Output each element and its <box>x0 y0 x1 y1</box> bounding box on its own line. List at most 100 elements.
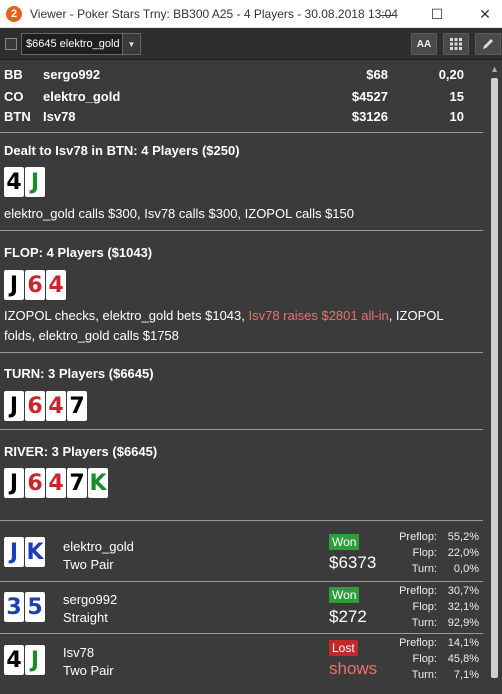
playing-card: 6 <box>25 468 45 498</box>
equity-label: Turn: <box>411 563 437 575</box>
equity-value: 55,2% <box>447 531 479 543</box>
equity-label: Preflop: <box>399 637 437 649</box>
status-badge: Lost <box>329 640 358 656</box>
equity-label: Turn: <box>411 617 437 629</box>
flop-title: FLOP: 4 Players ($1043) <box>4 245 153 260</box>
equity-value: 92,9% <box>447 617 479 629</box>
divider <box>0 633 483 634</box>
equity-value: 7,1% <box>453 669 479 681</box>
seat-position: BB <box>4 67 23 82</box>
hand-select-dropdown[interactable]: $6645 elektro_gold ▼ <box>21 33 141 55</box>
seat-row: BTN Isv78 $3126 10 <box>4 109 474 127</box>
divider <box>0 132 483 133</box>
playing-card: J <box>4 468 24 498</box>
select-checkbox[interactable] <box>5 38 17 50</box>
status-badge: Won <box>329 587 360 603</box>
playing-card: 6 <box>25 391 45 421</box>
equity-label: Flop: <box>412 653 437 665</box>
flop-cards: J 6 4 <box>4 270 66 300</box>
result-player-name: Isv78 <box>63 645 95 660</box>
chevron-down-icon[interactable]: ▼ <box>122 34 140 54</box>
app-logo-icon: 2 <box>6 5 22 22</box>
playing-card: 4 <box>46 391 66 421</box>
preflop-title: Dealt to Isv78 in BTN: 4 Players ($250) <box>4 143 240 158</box>
result-hand-rank: Two Pair <box>63 557 114 572</box>
playing-card: 6 <box>25 270 45 300</box>
seat-row: BB sergo992 $68 0,20 <box>4 67 474 85</box>
divider <box>0 520 483 521</box>
result-shows: shows <box>329 659 378 678</box>
divider <box>0 352 483 353</box>
result-amount: $272 <box>329 607 367 626</box>
window-title: Viewer - Poker Stars Trny: BB300 A25 - 4… <box>30 6 398 21</box>
edit-button[interactable] <box>475 33 501 55</box>
hand-select-value: $6645 elektro_gold <box>26 38 120 50</box>
divider <box>0 581 483 582</box>
hand-history-panel: BB sergo992 $68 0,20 CO elektro_gold $45… <box>0 61 487 694</box>
playing-card: J <box>4 270 24 300</box>
scroll-up-icon[interactable]: ▲ <box>490 64 499 74</box>
playing-card: 3 <box>4 592 24 622</box>
equity-value: 22,0% <box>447 547 479 559</box>
pen-icon <box>483 39 493 49</box>
playing-card: J <box>4 537 24 567</box>
equity-value: 32,1% <box>447 601 479 613</box>
equity-value: 30,7% <box>447 585 479 597</box>
seat-big-blinds: 0,20 <box>438 67 464 82</box>
font-size-button[interactable]: AA <box>411 33 437 55</box>
turn-cards: J 6 4 7 <box>4 391 87 421</box>
toolbar: $6645 elektro_gold ▼ AA <box>0 28 502 60</box>
equity-label: Preflop: <box>399 531 437 543</box>
seat-player-name: Isv78 <box>43 109 76 124</box>
equity-label: Flop: <box>412 547 437 559</box>
equity-value: 0,0% <box>453 563 479 575</box>
result-player-name: sergo992 <box>63 592 118 607</box>
playing-card: K <box>25 537 45 567</box>
seat-big-blinds: 10 <box>449 109 464 124</box>
seat-stack: $4527 <box>351 89 388 104</box>
result-player-name: elektro_gold <box>63 539 134 554</box>
scroll-thumb[interactable] <box>491 78 498 678</box>
seat-position: CO <box>4 89 24 104</box>
seat-player-name: elektro_gold <box>43 89 121 104</box>
close-button[interactable]: ✕ <box>462 0 502 28</box>
playing-card: J <box>25 645 45 675</box>
grid-button[interactable] <box>443 33 469 55</box>
playing-card: J <box>25 167 45 197</box>
seat-row: CO elektro_gold $4527 15 <box>4 89 474 107</box>
result-amount: $6373 <box>329 553 377 572</box>
maximize-button[interactable]: ☐ <box>414 0 460 28</box>
flop-actions-text: IZOPOL checks, elektro_gold bets $1043, <box>4 308 249 323</box>
equity-value: 45,8% <box>447 653 479 665</box>
playing-card: 4 <box>4 645 24 675</box>
result-hand-rank: Two Pair <box>63 663 114 678</box>
river-title: RIVER: 3 Players ($6645) <box>4 444 158 459</box>
seat-stack: $3126 <box>351 109 388 124</box>
seat-player-name: sergo992 <box>43 67 101 82</box>
seat-position: BTN <box>4 109 31 124</box>
playing-card: 4 <box>46 468 66 498</box>
raise-action-text: Isv78 raises $2801 all-in <box>248 308 389 323</box>
result-cards: J K <box>4 537 45 567</box>
equity-value: 14,1% <box>447 637 479 649</box>
status-badge: Won <box>329 534 360 550</box>
equity-label: Preflop: <box>399 585 437 597</box>
equity-label: Flop: <box>412 601 437 613</box>
playing-card: J <box>4 391 24 421</box>
minimize-button[interactable]: — <box>364 0 410 28</box>
playing-card: 5 <box>25 592 45 622</box>
result-hand-rank: Straight <box>63 610 108 625</box>
result-cards: 4 J <box>4 645 45 675</box>
river-cards: J 6 4 7 K <box>4 468 108 498</box>
turn-title: TURN: 3 Players ($6645) <box>4 366 154 381</box>
playing-card: 4 <box>46 270 66 300</box>
grid-icon <box>450 38 462 50</box>
divider <box>0 230 483 231</box>
playing-card: 7 <box>67 391 87 421</box>
flop-actions: IZOPOL checks, elektro_gold bets $1043, … <box>4 306 474 346</box>
playing-card: K <box>88 468 108 498</box>
seat-stack: $68 <box>366 67 388 82</box>
equity-label: Turn: <box>411 669 437 681</box>
result-cards: 3 5 <box>4 592 45 622</box>
preflop-actions: elektro_gold calls $300, Isv78 calls $30… <box>4 206 354 221</box>
